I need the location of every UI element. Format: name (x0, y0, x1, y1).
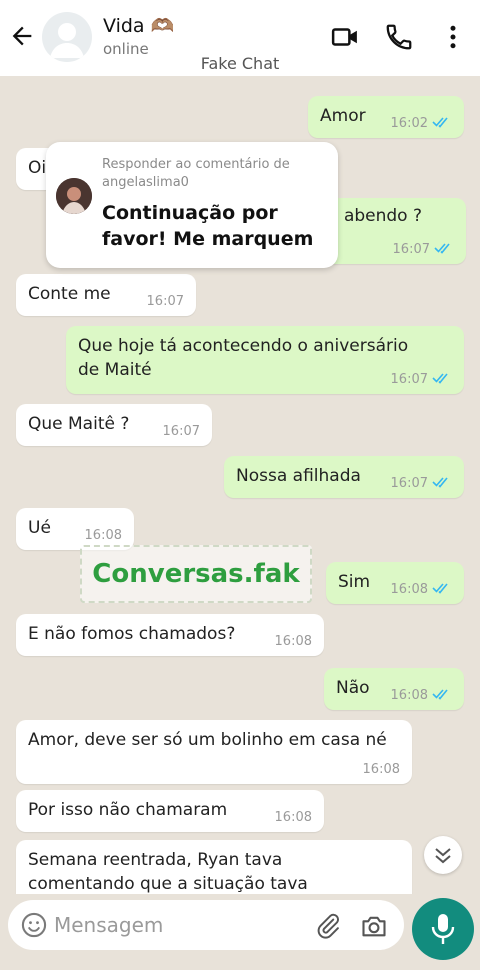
scroll-down-button[interactable] (424, 836, 462, 874)
message-input[interactable] (54, 910, 284, 940)
message-incoming[interactable]: Conte me 16:07 (16, 274, 196, 316)
message-text: Por isso não chamaram (28, 800, 228, 820)
message-time: 16:07 (392, 242, 430, 257)
fake-chat-label: Fake Chat (200, 54, 280, 73)
read-ticks-icon (432, 117, 448, 128)
phone-icon[interactable] (384, 22, 414, 52)
message-time: 16:07 (390, 476, 428, 491)
watermark-text: Conversas.fak (92, 559, 300, 589)
message-text: Oi (28, 158, 47, 178)
more-options-icon[interactable] (438, 22, 468, 52)
message-outgoing[interactable]: Amor 16:02 (308, 96, 464, 138)
video-call-icon[interactable] (330, 22, 360, 52)
message-text: Sim (338, 572, 371, 592)
contact-name[interactable]: Vida 🫶🏽 (103, 14, 174, 37)
message-input-container[interactable] (8, 900, 404, 950)
read-ticks-icon (432, 477, 448, 488)
chat-header: Vida 🫶🏽 online Fake Chat (0, 0, 480, 76)
message-outgoing[interactable]: Que hoje tá acontecendo o aniversário de… (66, 326, 464, 394)
commenter-avatar (56, 178, 92, 214)
message-time: 16:08 (274, 634, 312, 649)
message-time: 16:07 (146, 294, 184, 309)
message-text: abendo ? (343, 206, 422, 226)
message-text: Nossa afilhada (236, 466, 361, 486)
message-meta: 16:07 (391, 476, 452, 492)
back-arrow-icon[interactable] (8, 22, 36, 50)
emoji-icon[interactable] (20, 911, 48, 939)
watermark: Conversas.fak (80, 545, 312, 603)
message-text: Semana reentrada, Ryan tava comentando q… (28, 850, 308, 894)
chevrons-down-icon (435, 848, 451, 864)
comment-text: Continuação por favor! Me marquem (102, 202, 314, 250)
read-ticks-icon (432, 583, 448, 594)
message-outgoing[interactable]: Sim 16:08 (326, 562, 464, 604)
message-meta: 16:02 (391, 116, 452, 132)
message-time: 16:07 (390, 372, 428, 387)
message-time: 16:08 (390, 582, 428, 597)
message-incoming[interactable]: Amor, deve ser só um bolinho em casa né … (16, 720, 412, 784)
chat-area[interactable]: Amor 16:02 Oi abendo ? 16:07 Conte me 16… (0, 76, 480, 894)
message-incoming[interactable]: E não fomos chamados? 16:08 (16, 614, 324, 656)
read-ticks-icon (432, 373, 448, 384)
message-meta: 16:08 (391, 582, 452, 598)
message-text: Não (336, 678, 370, 698)
message-incoming[interactable]: Por isso não chamaram 16:08 (16, 790, 324, 832)
attach-icon[interactable] (314, 912, 342, 940)
message-time: 16:08 (362, 762, 400, 777)
message-text: Amor, deve ser só um bolinho em casa né (28, 730, 387, 750)
message-outgoing[interactable]: Nossa afilhada 16:07 (224, 456, 464, 498)
read-ticks-icon (432, 689, 448, 700)
message-outgoing[interactable]: Não 16:08 (324, 668, 464, 710)
message-text: E não fomos chamados? (28, 624, 236, 644)
message-text: Amor (320, 106, 366, 126)
message-meta: 16:07 (393, 242, 454, 258)
message-incoming[interactable]: Que Maitê ? 16:07 (16, 404, 212, 446)
message-time: 16:07 (162, 424, 200, 439)
message-text: Ué (28, 518, 51, 538)
message-meta: 16:07 (391, 372, 452, 388)
message-time: 16:02 (390, 116, 428, 131)
message-text: Que Maitê ? (28, 414, 130, 434)
comment-reply-card: Responder ao comentário de angelaslima0 … (46, 142, 338, 268)
mic-button[interactable] (412, 898, 474, 960)
mic-icon (431, 914, 455, 944)
message-meta: 16:08 (391, 688, 452, 704)
comment-reply-label: Responder ao comentário de angelaslima0 (102, 157, 290, 190)
message-time: 16:08 (84, 528, 122, 543)
message-text: Conte me (28, 284, 111, 304)
camera-icon[interactable] (360, 912, 388, 940)
message-text: Que hoje tá acontecendo o aniversário de… (78, 336, 409, 380)
message-incoming[interactable]: Semana reentrada, Ryan tava comentando q… (16, 840, 412, 894)
message-incoming[interactable]: Ué 16:08 (16, 508, 134, 550)
read-ticks-icon (434, 243, 450, 254)
message-time: 16:08 (390, 688, 428, 703)
message-time: 16:08 (274, 810, 312, 825)
composer-bar (0, 894, 480, 970)
